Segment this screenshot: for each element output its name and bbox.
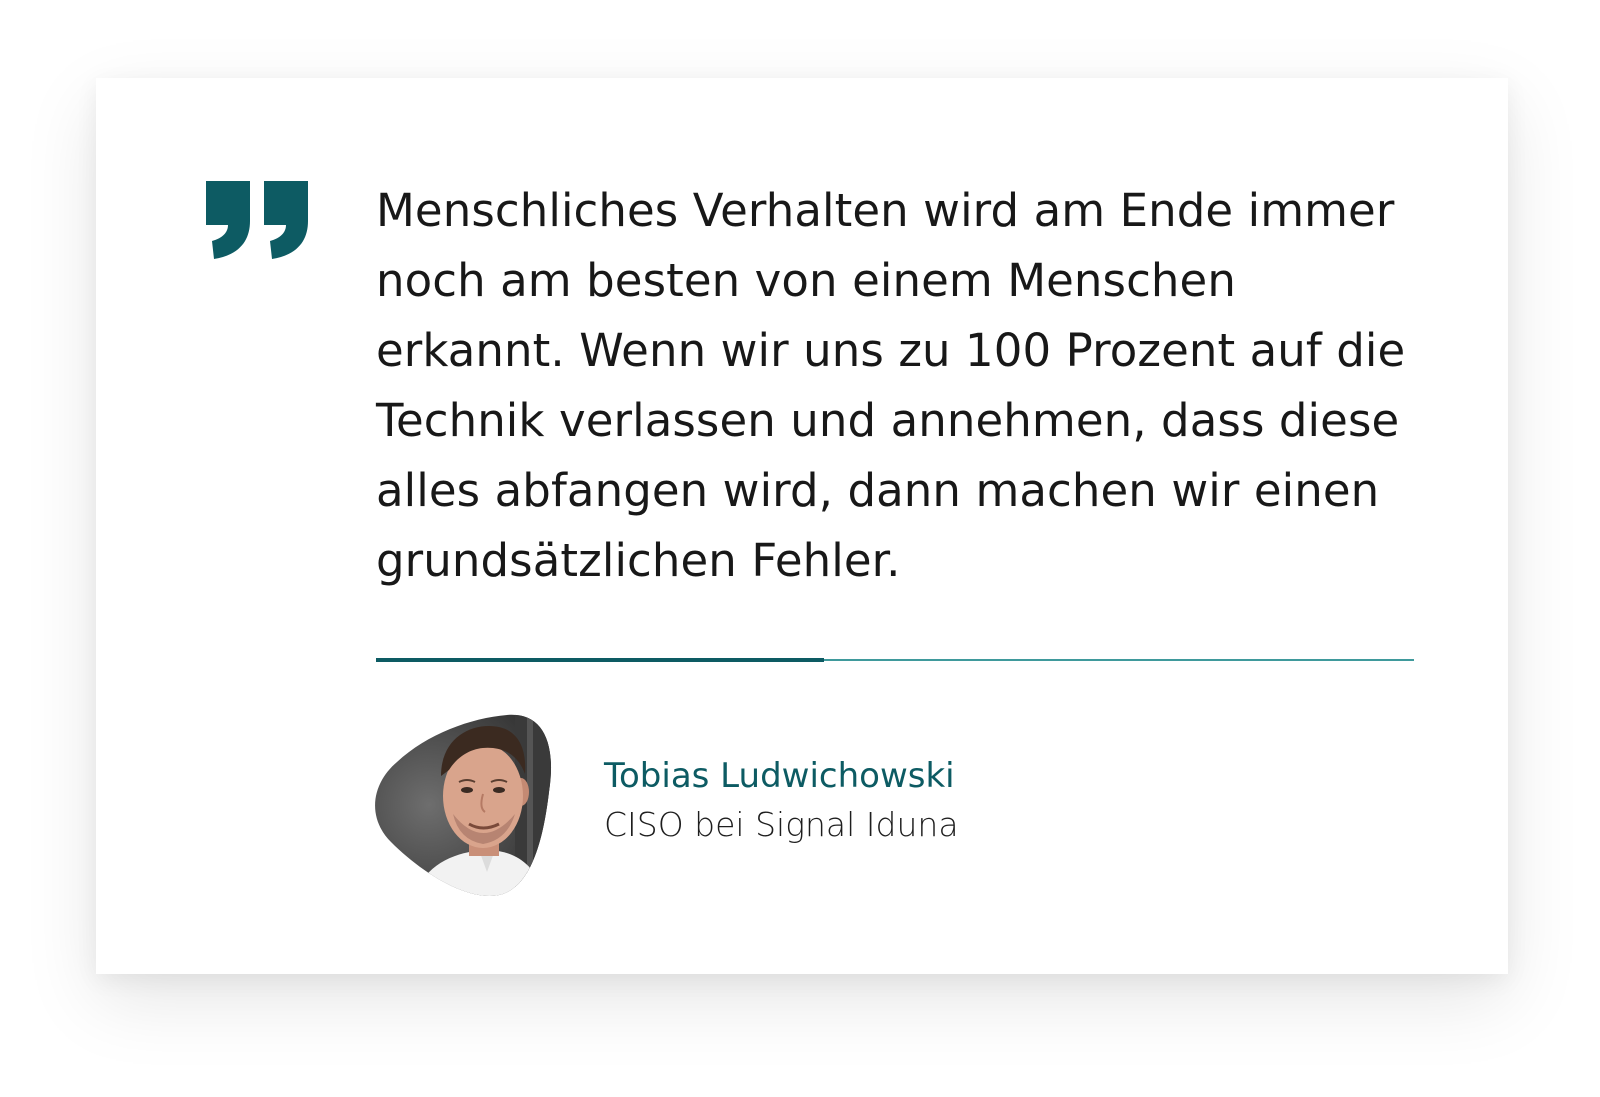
divider-accent — [376, 658, 824, 662]
closing-quote-icon — [206, 181, 308, 259]
author-name: Tobias Ludwichowski — [604, 756, 955, 796]
testimonial-card: Menschliches Verhalten wird am Ende imme… — [96, 78, 1508, 974]
author-avatar — [375, 714, 552, 896]
author-info: Tobias Ludwichowski CISO bei Signal Idun… — [604, 756, 959, 845]
divider — [376, 658, 1414, 662]
author-role: CISO bei Signal Iduna — [604, 805, 959, 844]
quote-text: Menschliches Verhalten wird am Ende imme… — [376, 184, 1406, 587]
